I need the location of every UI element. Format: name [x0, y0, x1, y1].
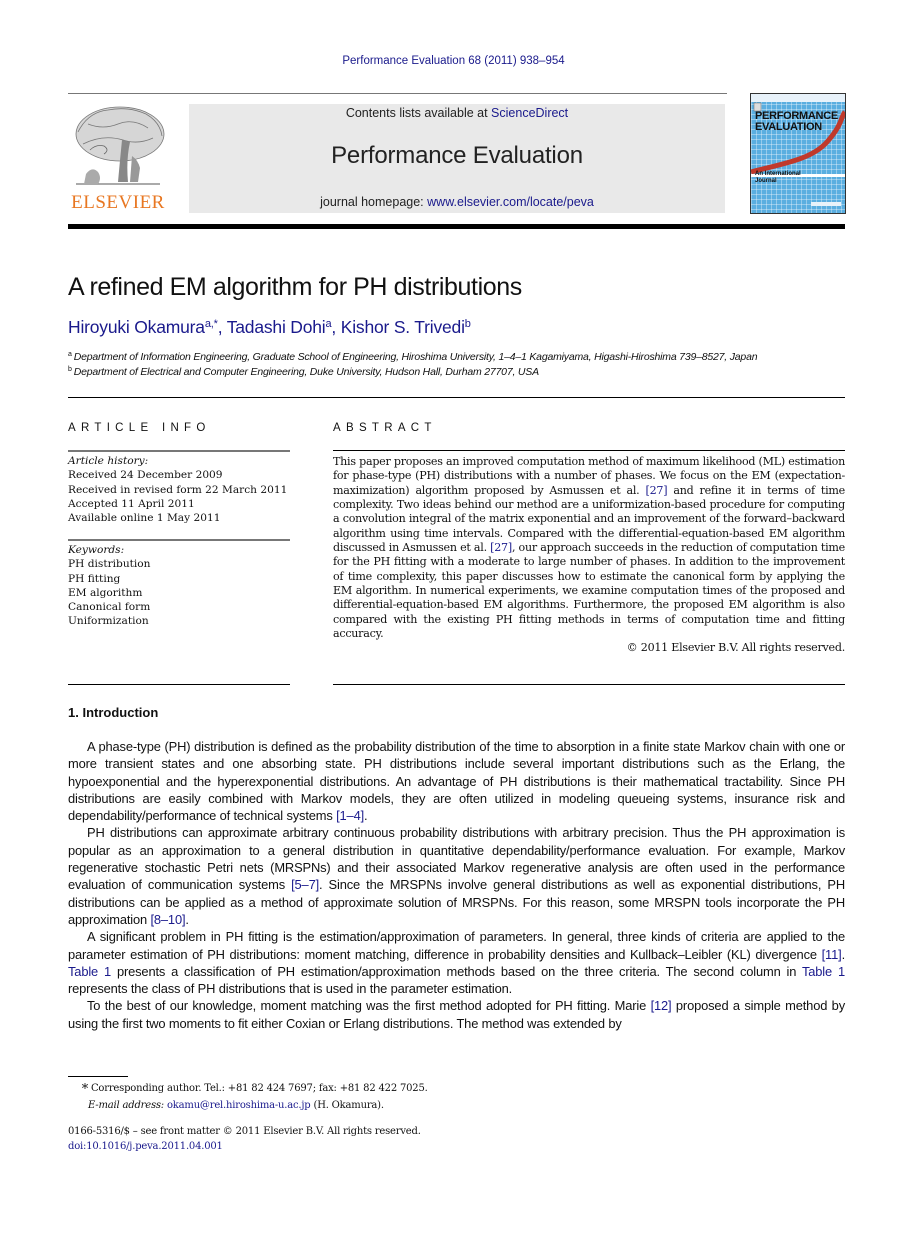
- journal-title: Performance Evaluation: [331, 142, 583, 169]
- top-rule: [68, 93, 727, 94]
- author: Tadashi Dohia,: [227, 317, 341, 337]
- citation-link[interactable]: [12]: [651, 998, 672, 1013]
- affiliation: a Department of Information Engineering, …: [68, 350, 758, 365]
- author-name[interactable]: Kishor S. Trivedi: [341, 317, 465, 337]
- author-separator: ,: [331, 317, 341, 337]
- affiliation-mark: a: [68, 351, 72, 358]
- keywords-rule: [68, 539, 290, 541]
- footnote-star: *: [81, 1082, 89, 1097]
- affiliation: b Department of Electrical and Computer E…: [68, 365, 757, 380]
- article-history: Article history: Received 24 December 20…: [68, 454, 290, 525]
- paragraph: PH distributions can approximate arbitra…: [68, 824, 845, 928]
- paragraph: A significant problem in PH fitting is t…: [68, 928, 845, 997]
- cover-subtitle: An International Journal: [755, 171, 801, 185]
- author: Hiroyuki Okamuraa,*,: [68, 317, 227, 337]
- journal-masthead: Contents lists available at ScienceDirec…: [189, 104, 725, 213]
- affiliation-text: Department of Information Engineering, G…: [73, 351, 758, 363]
- article-title: A refined EM algorithm for PH distributi…: [68, 273, 522, 301]
- paragraph: To the best of our knowledge, moment mat…: [68, 997, 845, 1032]
- affiliations: a Department of Information Engineering, …: [68, 350, 758, 380]
- paragraph-text: presents a classification of PH estimati…: [111, 963, 802, 979]
- cover-subtitle-line-1: An International: [755, 171, 801, 177]
- section-heading-introduction: 1. Introduction: [68, 705, 159, 720]
- elsevier-tree-icon: [75, 106, 165, 185]
- citation-link[interactable]: [8–10]: [150, 912, 185, 927]
- article-history-heading: Article history:: [68, 455, 149, 467]
- footnote-text: Corresponding author. Tel.: +81 82 424 7…: [90, 1083, 428, 1094]
- journal-cover[interactable]: PERFORMANCE EVALUATION An International …: [750, 93, 846, 214]
- contents-prefix: Contents lists available at: [345, 106, 492, 120]
- history-item: Received in revised form 22 March 2011: [68, 483, 288, 496]
- cover-title: PERFORMANCE EVALUATION: [755, 111, 838, 133]
- email-owner: (H. Okamura).: [310, 1100, 384, 1111]
- paragraph-text: .: [841, 946, 846, 962]
- homepage-prefix: journal homepage:: [320, 195, 428, 209]
- doi-link[interactable]: doi:10.1016/j.peva.2011.04.001: [68, 1141, 223, 1152]
- paragraph-text: .: [364, 808, 368, 824]
- author-marks[interactable]: b: [465, 318, 471, 330]
- article-info-rule: [68, 450, 290, 452]
- homepage-line: journal homepage: www.elsevier.com/locat…: [189, 195, 725, 209]
- keyword: PH distribution: [68, 558, 151, 571]
- paragraph-text: represents the class of PH distributions…: [68, 981, 513, 997]
- keyword: EM algorithm: [68, 586, 143, 599]
- footnote-rule: [68, 1076, 128, 1077]
- history-item: Accepted 11 April 2011: [68, 497, 195, 510]
- keyword: PH fitting: [68, 572, 121, 585]
- abstract-rule: [333, 450, 845, 451]
- history-item: Available online 1 May 2011: [68, 512, 221, 525]
- article-info-label: ARTICLE INFO: [68, 422, 211, 434]
- paragraph-text: .: [185, 911, 189, 927]
- keyword: Uniformization: [68, 615, 149, 628]
- email-link[interactable]: okamu@rel.hiroshima-u.ac.jp: [167, 1100, 311, 1111]
- footnote-line: E-mail address: okamu@rel.hiroshima-u.ac…: [68, 1098, 428, 1114]
- introduction-body: A phase-type (PH) distribution is define…: [68, 738, 845, 1032]
- paragraph-text: To the best of our knowledge, moment mat…: [87, 998, 651, 1014]
- history-item: Received 24 December 2009: [68, 469, 223, 482]
- cover-subtitle-line-2: Journal: [755, 178, 777, 184]
- footnote-line: * Corresponding author. Tel.: +81 82 424…: [68, 1081, 428, 1098]
- author-name[interactable]: Tadashi Dohi: [227, 317, 326, 337]
- abstract-bottom-rule: [333, 684, 845, 685]
- affiliation-rule: [68, 397, 845, 398]
- author: Kishor S. Trivedib: [341, 317, 471, 337]
- keywords-heading: Keywords:: [68, 544, 125, 556]
- author-list: Hiroyuki Okamuraa,*, Tadashi Dohia, Kish…: [68, 317, 471, 338]
- elsevier-wordmark: ELSEVIER: [71, 192, 165, 213]
- email-label: E-mail address:: [88, 1100, 164, 1111]
- citation-link[interactable]: [1–4]: [336, 808, 364, 823]
- abstract-body: This paper proposes an improved computat…: [333, 455, 845, 656]
- elsevier-logo[interactable]: ELSEVIER: [68, 104, 168, 214]
- cover-title-line-2: EVALUATION: [755, 121, 822, 133]
- paragraph-text: A significant problem in PH fitting is t…: [68, 929, 845, 962]
- front-matter: 0166-5316/$ – see front matter © 2011 El…: [68, 1124, 421, 1154]
- paragraph-text: A phase-type (PH) distribution is define…: [68, 739, 845, 824]
- table-link[interactable]: Table 1: [802, 964, 845, 979]
- abstract-copyright: © 2011 Elsevier B.V. All rights reserved…: [626, 641, 846, 655]
- running-head[interactable]: Performance Evaluation 68 (2011) 938–954: [0, 55, 907, 67]
- article-info-bottom-rule: [68, 684, 290, 685]
- keywords: Keywords: PH distribution PH fitting EM …: [68, 543, 290, 629]
- affiliation-text: Department of Electrical and Computer En…: [73, 366, 539, 378]
- citation-link[interactable]: [27]: [490, 541, 512, 554]
- abstract-text: , our approach succeeds in the reduction…: [333, 541, 845, 641]
- header-thick-rule: [68, 224, 845, 229]
- sciencedirect-link[interactable]: ScienceDirect: [491, 106, 568, 120]
- journal-homepage-link[interactable]: www.elsevier.com/locate/peva: [427, 195, 594, 209]
- contents-line: Contents lists available at ScienceDirec…: [189, 106, 725, 120]
- table-link[interactable]: Table 1: [68, 964, 111, 979]
- author-separator: ,: [217, 317, 227, 337]
- author-marks[interactable]: a,*: [205, 318, 218, 330]
- abstract-label: ABSTRACT: [333, 422, 437, 434]
- author-name[interactable]: Hiroyuki Okamura: [68, 317, 205, 337]
- citation-link[interactable]: [11]: [822, 947, 842, 962]
- keyword: Canonical form: [68, 601, 151, 614]
- citation-link[interactable]: [5–7]: [291, 877, 319, 892]
- affiliation-mark: b: [68, 366, 72, 373]
- front-matter-text: 0166-5316/$ – see front matter © 2011 El…: [68, 1126, 421, 1137]
- corresponding-author-footnote: * Corresponding author. Tel.: +81 82 424…: [68, 1081, 428, 1114]
- citation-link[interactable]: [27]: [646, 484, 668, 497]
- paragraph: A phase-type (PH) distribution is define…: [68, 738, 845, 824]
